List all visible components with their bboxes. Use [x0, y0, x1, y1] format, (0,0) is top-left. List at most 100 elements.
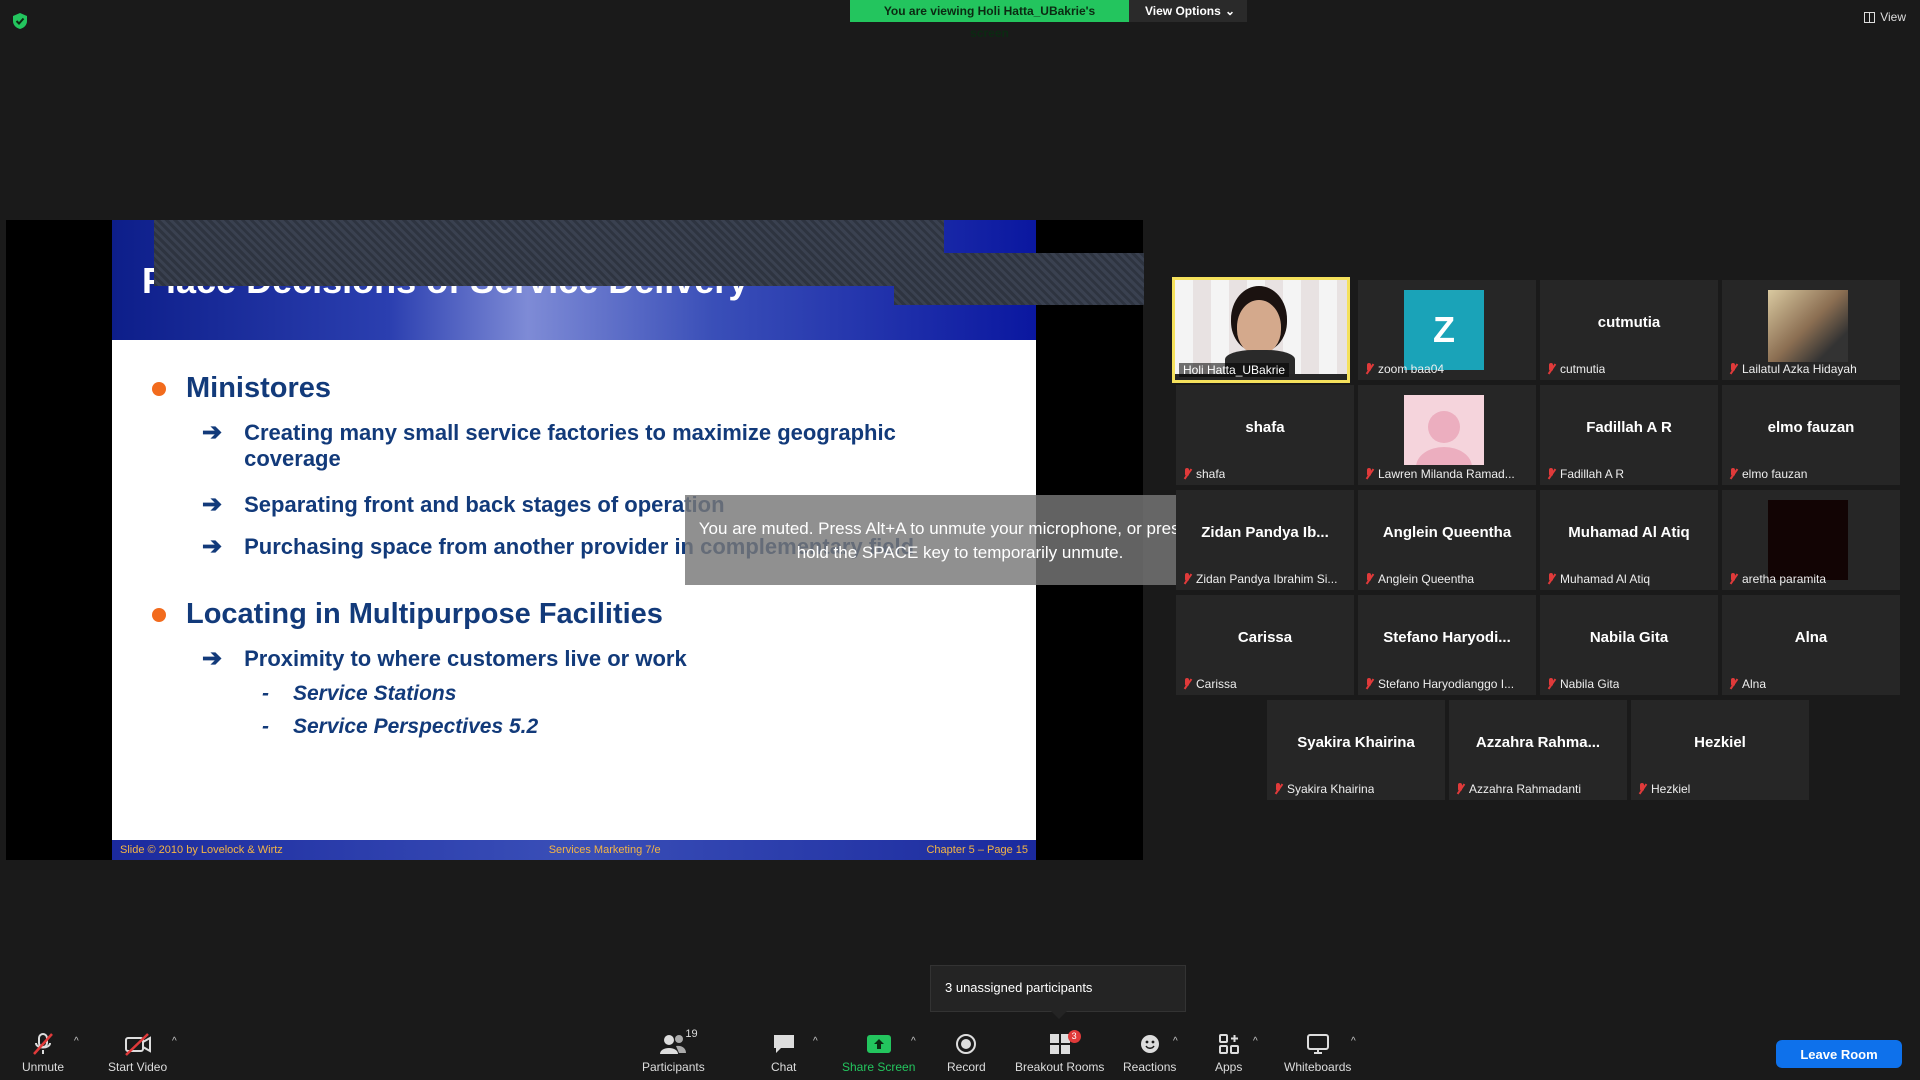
mic-muted-icon: [1728, 363, 1738, 375]
participant-tile[interactable]: Alna Alna: [1722, 595, 1900, 695]
sub-bullet-text: Creating many small service factories to…: [244, 420, 896, 471]
record-label: Record: [947, 1060, 986, 1074]
slide-footer: Slide © 2010 by Lovelock & Wirtz Service…: [112, 840, 1036, 860]
participant-caption: elmo fauzan: [1728, 467, 1807, 481]
participant-name: Muhamad Al Atiq: [1560, 572, 1651, 586]
participant-tile[interactable]: Zidan Pandya Ib... Zidan Pandya Ibrahim …: [1176, 490, 1354, 590]
participant-name: Stefano Haryodianggo I...: [1378, 677, 1515, 691]
footer-right: Chapter 5 – Page 15: [926, 844, 1028, 856]
participant-name: zoom baa04: [1378, 362, 1445, 376]
dash-icon: -: [262, 715, 269, 738]
participant-tile[interactable]: Azzahra Rahma... Azzahra Rahmadanti: [1449, 700, 1627, 800]
participant-tile[interactable]: Z zoom baa04: [1358, 280, 1536, 380]
whiteboards-button[interactable]: Whiteboards: [1284, 1030, 1351, 1074]
view-options-button[interactable]: View Options ⌄: [1129, 0, 1247, 22]
chat-button[interactable]: Chat: [771, 1030, 796, 1074]
participant-caption: Azzahra Rahmadanti: [1455, 782, 1581, 796]
mic-muted-icon: [1546, 468, 1556, 480]
share-screen-icon: [866, 1030, 892, 1058]
participant-display-name: Syakira Khairina: [1297, 734, 1415, 751]
participant-tile[interactable]: Muhamad Al Atiq Muhamad Al Atiq: [1540, 490, 1718, 590]
participants-count: 19: [685, 1028, 698, 1040]
shield-icon[interactable]: [12, 12, 28, 30]
arrow-right-icon: ➔: [202, 491, 223, 518]
chevron-up-icon[interactable]: ^: [1173, 1036, 1178, 1047]
share-screen-button[interactable]: Share Screen: [842, 1030, 915, 1074]
participant-name: Nabila Gita: [1560, 677, 1620, 691]
participant-video: [1768, 290, 1848, 362]
participants-button[interactable]: 19 Participants: [642, 1028, 705, 1074]
breakout-rooms-button[interactable]: 3 Breakout Rooms: [1015, 1030, 1104, 1074]
mic-muted-icon: [1546, 678, 1556, 690]
participant-name: Anglein Queentha: [1378, 572, 1475, 586]
arrow-right-icon: ➔: [202, 419, 223, 446]
participant-tile[interactable]: Carissa Carissa: [1176, 595, 1354, 695]
chevron-up-icon[interactable]: ^: [911, 1036, 916, 1047]
participant-caption: aretha paramita: [1728, 572, 1826, 586]
participant-name: Lailatul Azka Hidayah: [1742, 362, 1857, 376]
chevron-up-icon[interactable]: ^: [1351, 1036, 1356, 1047]
mic-muted-icon: [1546, 363, 1556, 375]
participant-name: Azzahra Rahmadanti: [1469, 782, 1582, 796]
participant-tile[interactable]: cutmutia cutmutia: [1540, 280, 1718, 380]
chat-icon: [772, 1030, 796, 1058]
redaction-box: [154, 220, 944, 286]
mic-muted-icon: [1364, 468, 1374, 480]
participant-caption: Lailatul Azka Hidayah: [1728, 362, 1857, 376]
participant-display-name: shafa: [1245, 419, 1285, 436]
participant-display-name: Hezkiel: [1694, 734, 1746, 751]
participant-caption: Anglein Queentha: [1364, 572, 1474, 586]
participant-tile[interactable]: shafa shafa: [1176, 385, 1354, 485]
unmute-button[interactable]: Unmute: [22, 1030, 64, 1074]
bullet-item: Locating in Multipurpose Facilities: [152, 598, 663, 631]
view-button[interactable]: View: [1864, 10, 1906, 24]
chevron-up-icon[interactable]: ^: [1253, 1036, 1258, 1047]
arrow-right-icon: ➔: [202, 645, 223, 672]
start-video-button[interactable]: Start Video: [108, 1030, 167, 1074]
participant-name: Holi Hatta_UBakrie: [1179, 363, 1290, 377]
footer-center: Services Marketing 7/e: [548, 844, 661, 856]
participant-tile[interactable]: elmo fauzan elmo fauzan: [1722, 385, 1900, 485]
bullet-text: Locating in Multipurpose Facilities: [186, 598, 663, 630]
participant-name: cutmutia: [1560, 362, 1606, 376]
mic-muted-icon: [1728, 468, 1738, 480]
reactions-label: Reactions: [1123, 1060, 1177, 1074]
record-button[interactable]: Record: [947, 1030, 986, 1074]
viewing-banner: You are viewing Holi Hatta_UBakrie's scr…: [850, 0, 1247, 40]
participant-tile[interactable]: aretha paramita: [1722, 490, 1900, 590]
chevron-up-icon[interactable]: ^: [813, 1036, 818, 1047]
participant-caption: Stefano Haryodianggo I...: [1364, 677, 1514, 691]
participant-caption: Nabila Gita: [1546, 677, 1619, 691]
breakout-rooms-icon: 3: [1049, 1030, 1081, 1058]
participant-tile[interactable]: Lawren Milanda Ramad...: [1358, 385, 1536, 485]
participant-name: Syakira Khairina: [1287, 782, 1375, 796]
participant-tile[interactable]: Lailatul Azka Hidayah: [1722, 280, 1900, 380]
muted-notification: You are muted. Press Alt+A to unmute you…: [685, 495, 1235, 585]
participant-video: [1768, 500, 1848, 580]
chevron-up-icon[interactable]: ^: [74, 1036, 79, 1047]
participant-name: Lawren Milanda Ramad...: [1378, 467, 1515, 481]
participant-tile[interactable]: Anglein Queentha Anglein Queentha: [1358, 490, 1536, 590]
reactions-button[interactable]: Reactions: [1123, 1030, 1176, 1074]
participant-display-name: Muhamad Al Atiq: [1568, 524, 1690, 541]
sub-sub-bullet-item: - Service Stations: [262, 682, 456, 706]
participant-tile[interactable]: Fadillah A R Fadillah A R: [1540, 385, 1718, 485]
breakout-badge: 3: [1067, 1030, 1081, 1043]
participant-caption: zoom baa04: [1364, 362, 1444, 376]
chevron-up-icon[interactable]: ^: [172, 1036, 177, 1047]
participant-display-name: Stefano Haryodi...: [1383, 629, 1511, 646]
slide-body: Ministores ➔ Creating many small service…: [112, 340, 1036, 840]
dash-icon: -: [262, 682, 269, 705]
participant-tile[interactable]: Stefano Haryodi... Stefano Haryodianggo …: [1358, 595, 1536, 695]
participant-tile-host[interactable]: Holi Hatta_UBakrie: [1172, 277, 1350, 383]
mic-muted-icon: [1546, 573, 1556, 585]
participants-icon: 19: [659, 1028, 698, 1058]
apps-button[interactable]: Apps: [1215, 1030, 1242, 1074]
participant-tile[interactable]: Syakira Khairina Syakira Khairina: [1267, 700, 1445, 800]
participant-caption: Zidan Pandya Ibrahim Si...: [1182, 572, 1337, 586]
mic-muted-icon: [1637, 783, 1647, 795]
leave-room-button[interactable]: Leave Room: [1776, 1040, 1902, 1068]
participant-caption: Muhamad Al Atiq: [1546, 572, 1650, 586]
participant-tile[interactable]: Nabila Gita Nabila Gita: [1540, 595, 1718, 695]
participant-tile[interactable]: Hezkiel Hezkiel: [1631, 700, 1809, 800]
